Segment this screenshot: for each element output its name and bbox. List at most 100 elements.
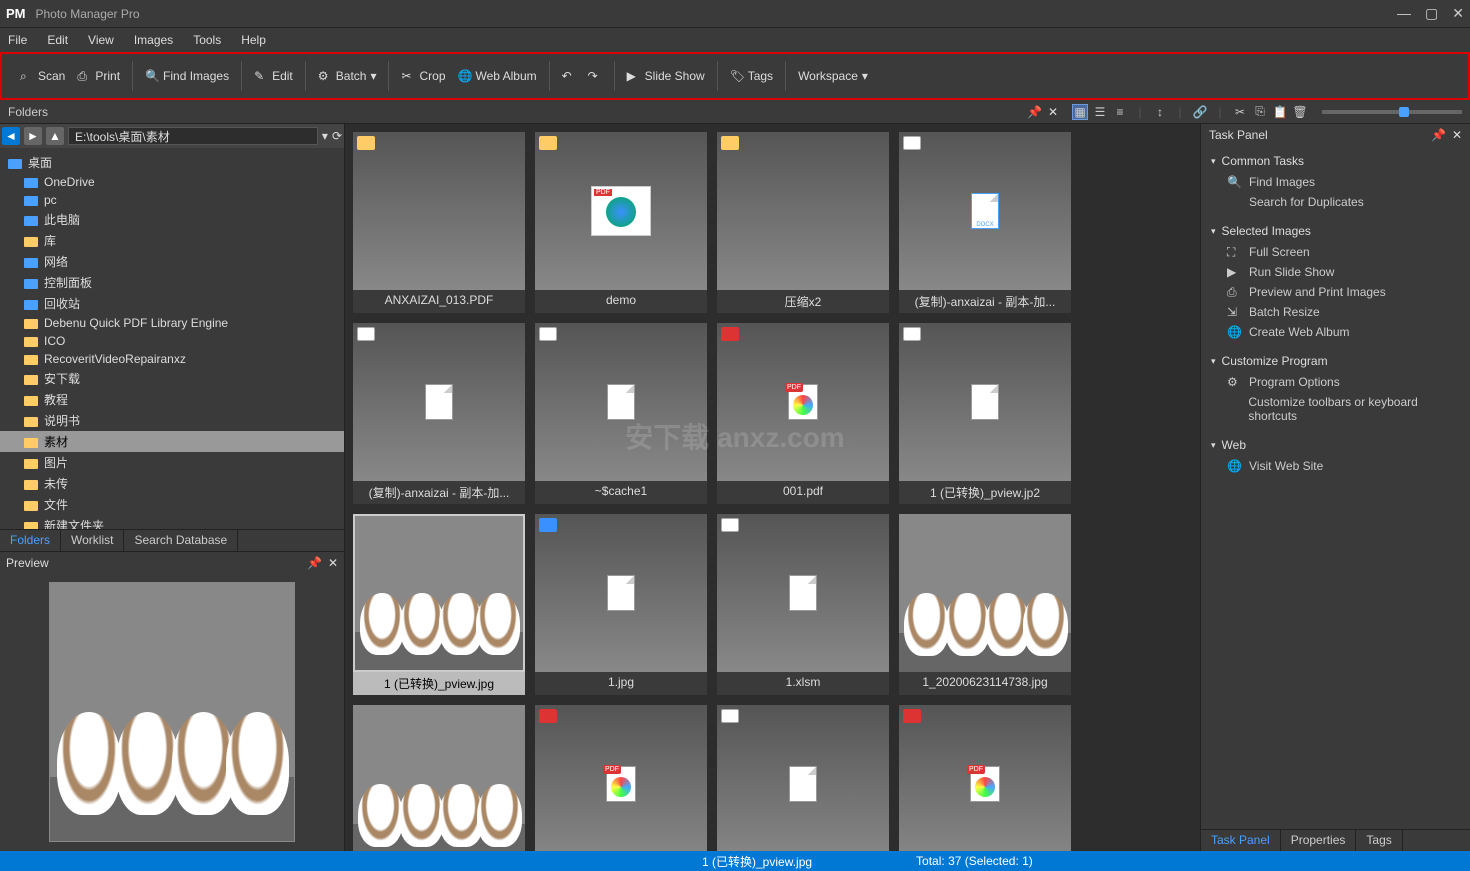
thumbnail[interactable]: [535, 705, 707, 851]
thumbnail[interactable]: [899, 705, 1071, 851]
pin-icon[interactable]: 📌: [1431, 128, 1446, 142]
tab-tags[interactable]: Tags: [1356, 830, 1402, 851]
path-dropdown-icon[interactable]: ▾: [322, 129, 328, 143]
slideshow-button[interactable]: ▶Slide Show: [623, 67, 709, 85]
close-panel-icon[interactable]: ✕: [1048, 105, 1058, 119]
thumbnail[interactable]: PDFdemo: [535, 132, 707, 313]
paste-button[interactable]: 📋: [1272, 104, 1288, 120]
tree-item[interactable]: 回收站: [0, 293, 344, 314]
tree-item[interactable]: ICO: [0, 332, 344, 350]
close-task-panel-icon[interactable]: ✕: [1452, 128, 1462, 142]
task-link[interactable]: ⇲Batch Resize: [1201, 302, 1470, 322]
close-preview-icon[interactable]: ✕: [328, 556, 338, 570]
menu-help[interactable]: Help: [241, 33, 266, 47]
thumbnail[interactable]: 压缩x2: [717, 132, 889, 313]
nav-up-button[interactable]: ▲: [46, 127, 64, 145]
tree-item[interactable]: 未传: [0, 473, 344, 494]
rotate-left-button[interactable]: ↶: [558, 67, 580, 85]
web-album-button[interactable]: 🌐Web Album: [454, 67, 541, 85]
task-section-header[interactable]: Web: [1201, 434, 1470, 456]
thumbnail[interactable]: 1 (已转换)_pview.jp2: [899, 323, 1071, 504]
slider-thumb[interactable]: [1399, 107, 1409, 117]
menu-edit[interactable]: Edit: [47, 33, 68, 47]
nav-forward-button[interactable]: ►: [24, 127, 42, 145]
menu-file[interactable]: File: [8, 33, 27, 47]
tags-button[interactable]: 🏷Tags: [726, 67, 777, 85]
tree-item[interactable]: 说明书: [0, 410, 344, 431]
tree-item[interactable]: 桌面: [0, 152, 344, 173]
maximize-button[interactable]: ▢: [1425, 5, 1438, 22]
folder-tree[interactable]: 桌面OneDrivepc此电脑库网络控制面板回收站Debenu Quick PD…: [0, 148, 344, 529]
task-section-header[interactable]: Selected Images: [1201, 220, 1470, 242]
tree-item[interactable]: 网络: [0, 251, 344, 272]
cut-button[interactable]: ✂: [1232, 104, 1248, 120]
tree-item[interactable]: 素材: [0, 431, 344, 452]
refresh-button[interactable]: ⟳: [332, 129, 342, 143]
task-section-header[interactable]: Customize Program: [1201, 350, 1470, 372]
task-link[interactable]: ⚙Program Options: [1201, 372, 1470, 392]
tree-item[interactable]: 此电脑: [0, 209, 344, 230]
thumbnail[interactable]: 1 (已转换)_pview.jpg: [353, 514, 525, 695]
thumbnail-size-slider[interactable]: [1322, 110, 1462, 114]
minimize-button[interactable]: —: [1397, 5, 1411, 22]
tree-item[interactable]: 库: [0, 230, 344, 251]
thumbnail[interactable]: DOCX(复制)-anxaizai - 副本-加...: [899, 132, 1071, 313]
batch-button[interactable]: ⚙Batch▾: [314, 67, 381, 85]
tree-item[interactable]: pc: [0, 191, 344, 209]
thumbnail[interactable]: 1_20200623114738.jpg: [899, 514, 1071, 695]
menu-images[interactable]: Images: [134, 33, 173, 47]
nav-back-button[interactable]: ◄: [2, 127, 20, 145]
tree-item[interactable]: 文件: [0, 494, 344, 515]
tree-item[interactable]: 控制面板: [0, 272, 344, 293]
workspace-button[interactable]: Workspace▾: [794, 67, 872, 85]
task-link[interactable]: 🔍Find Images: [1201, 172, 1470, 192]
task-link[interactable]: 🌐Create Web Album: [1201, 322, 1470, 342]
menu-view[interactable]: View: [88, 33, 114, 47]
tree-item[interactable]: 教程: [0, 389, 344, 410]
find-images-button[interactable]: 🔍Find Images: [141, 67, 233, 85]
list-view-button[interactable]: ☰: [1092, 104, 1108, 120]
copy-button[interactable]: ⎘: [1252, 104, 1268, 120]
tab-properties[interactable]: Properties: [1281, 830, 1357, 851]
rotate-right-button[interactable]: ↷: [584, 67, 606, 85]
tree-item[interactable]: Debenu Quick PDF Library Engine: [0, 314, 344, 332]
thumbnail[interactable]: 1.xlsm: [717, 514, 889, 695]
pin-icon[interactable]: 📌: [1027, 105, 1042, 119]
print-button[interactable]: ⎙Print: [73, 67, 124, 85]
thumbnails-view-button[interactable]: ▦: [1072, 104, 1088, 120]
thumbnail[interactable]: [717, 705, 889, 851]
tab-search-database[interactable]: Search Database: [124, 530, 238, 551]
thumbnail[interactable]: [353, 705, 525, 851]
tree-item[interactable]: 图片: [0, 452, 344, 473]
tab-worklist[interactable]: Worklist: [61, 530, 124, 551]
close-button[interactable]: ✕: [1452, 5, 1464, 22]
thumbnail-area[interactable]: ANXAIZAI_013.PDFPDFdemo压缩x2DOCX(复制)-anxa…: [345, 124, 1200, 851]
tree-item[interactable]: RecoveritVideoRepairanxz: [0, 350, 344, 368]
task-link[interactable]: 🌐Visit Web Site: [1201, 456, 1470, 476]
path-input[interactable]: [68, 127, 318, 145]
thumbnail[interactable]: ~$cache1: [535, 323, 707, 504]
task-section-header[interactable]: Common Tasks: [1201, 150, 1470, 172]
scan-button[interactable]: ⌕Scan: [16, 67, 69, 85]
pin-icon[interactable]: 📌: [307, 556, 322, 570]
task-link[interactable]: ⛶Full Screen: [1201, 242, 1470, 262]
sort-button[interactable]: ↕: [1152, 104, 1168, 120]
tree-item[interactable]: 安下载: [0, 368, 344, 389]
details-view-button[interactable]: ≡: [1112, 104, 1128, 120]
task-link[interactable]: ⎙Preview and Print Images: [1201, 282, 1470, 302]
link-button[interactable]: 🔗: [1192, 104, 1208, 120]
delete-button[interactable]: 🗑: [1292, 104, 1308, 120]
task-link[interactable]: Search for Duplicates: [1201, 192, 1470, 212]
tab-folders[interactable]: Folders: [0, 530, 61, 551]
crop-button[interactable]: ✂Crop: [397, 67, 449, 85]
thumbnail[interactable]: ANXAIZAI_013.PDF: [353, 132, 525, 313]
tab-task-panel[interactable]: Task Panel: [1201, 830, 1281, 851]
task-link[interactable]: ▶Run Slide Show: [1201, 262, 1470, 282]
thumbnail[interactable]: 1.jpg: [535, 514, 707, 695]
edit-button[interactable]: ✎Edit: [250, 67, 297, 85]
tree-item[interactable]: OneDrive: [0, 173, 344, 191]
menu-tools[interactable]: Tools: [193, 33, 221, 47]
thumbnail[interactable]: 001.pdf: [717, 323, 889, 504]
thumbnail[interactable]: (复制)-anxaizai - 副本-加...: [353, 323, 525, 504]
tree-item[interactable]: 新建文件夹: [0, 515, 344, 529]
